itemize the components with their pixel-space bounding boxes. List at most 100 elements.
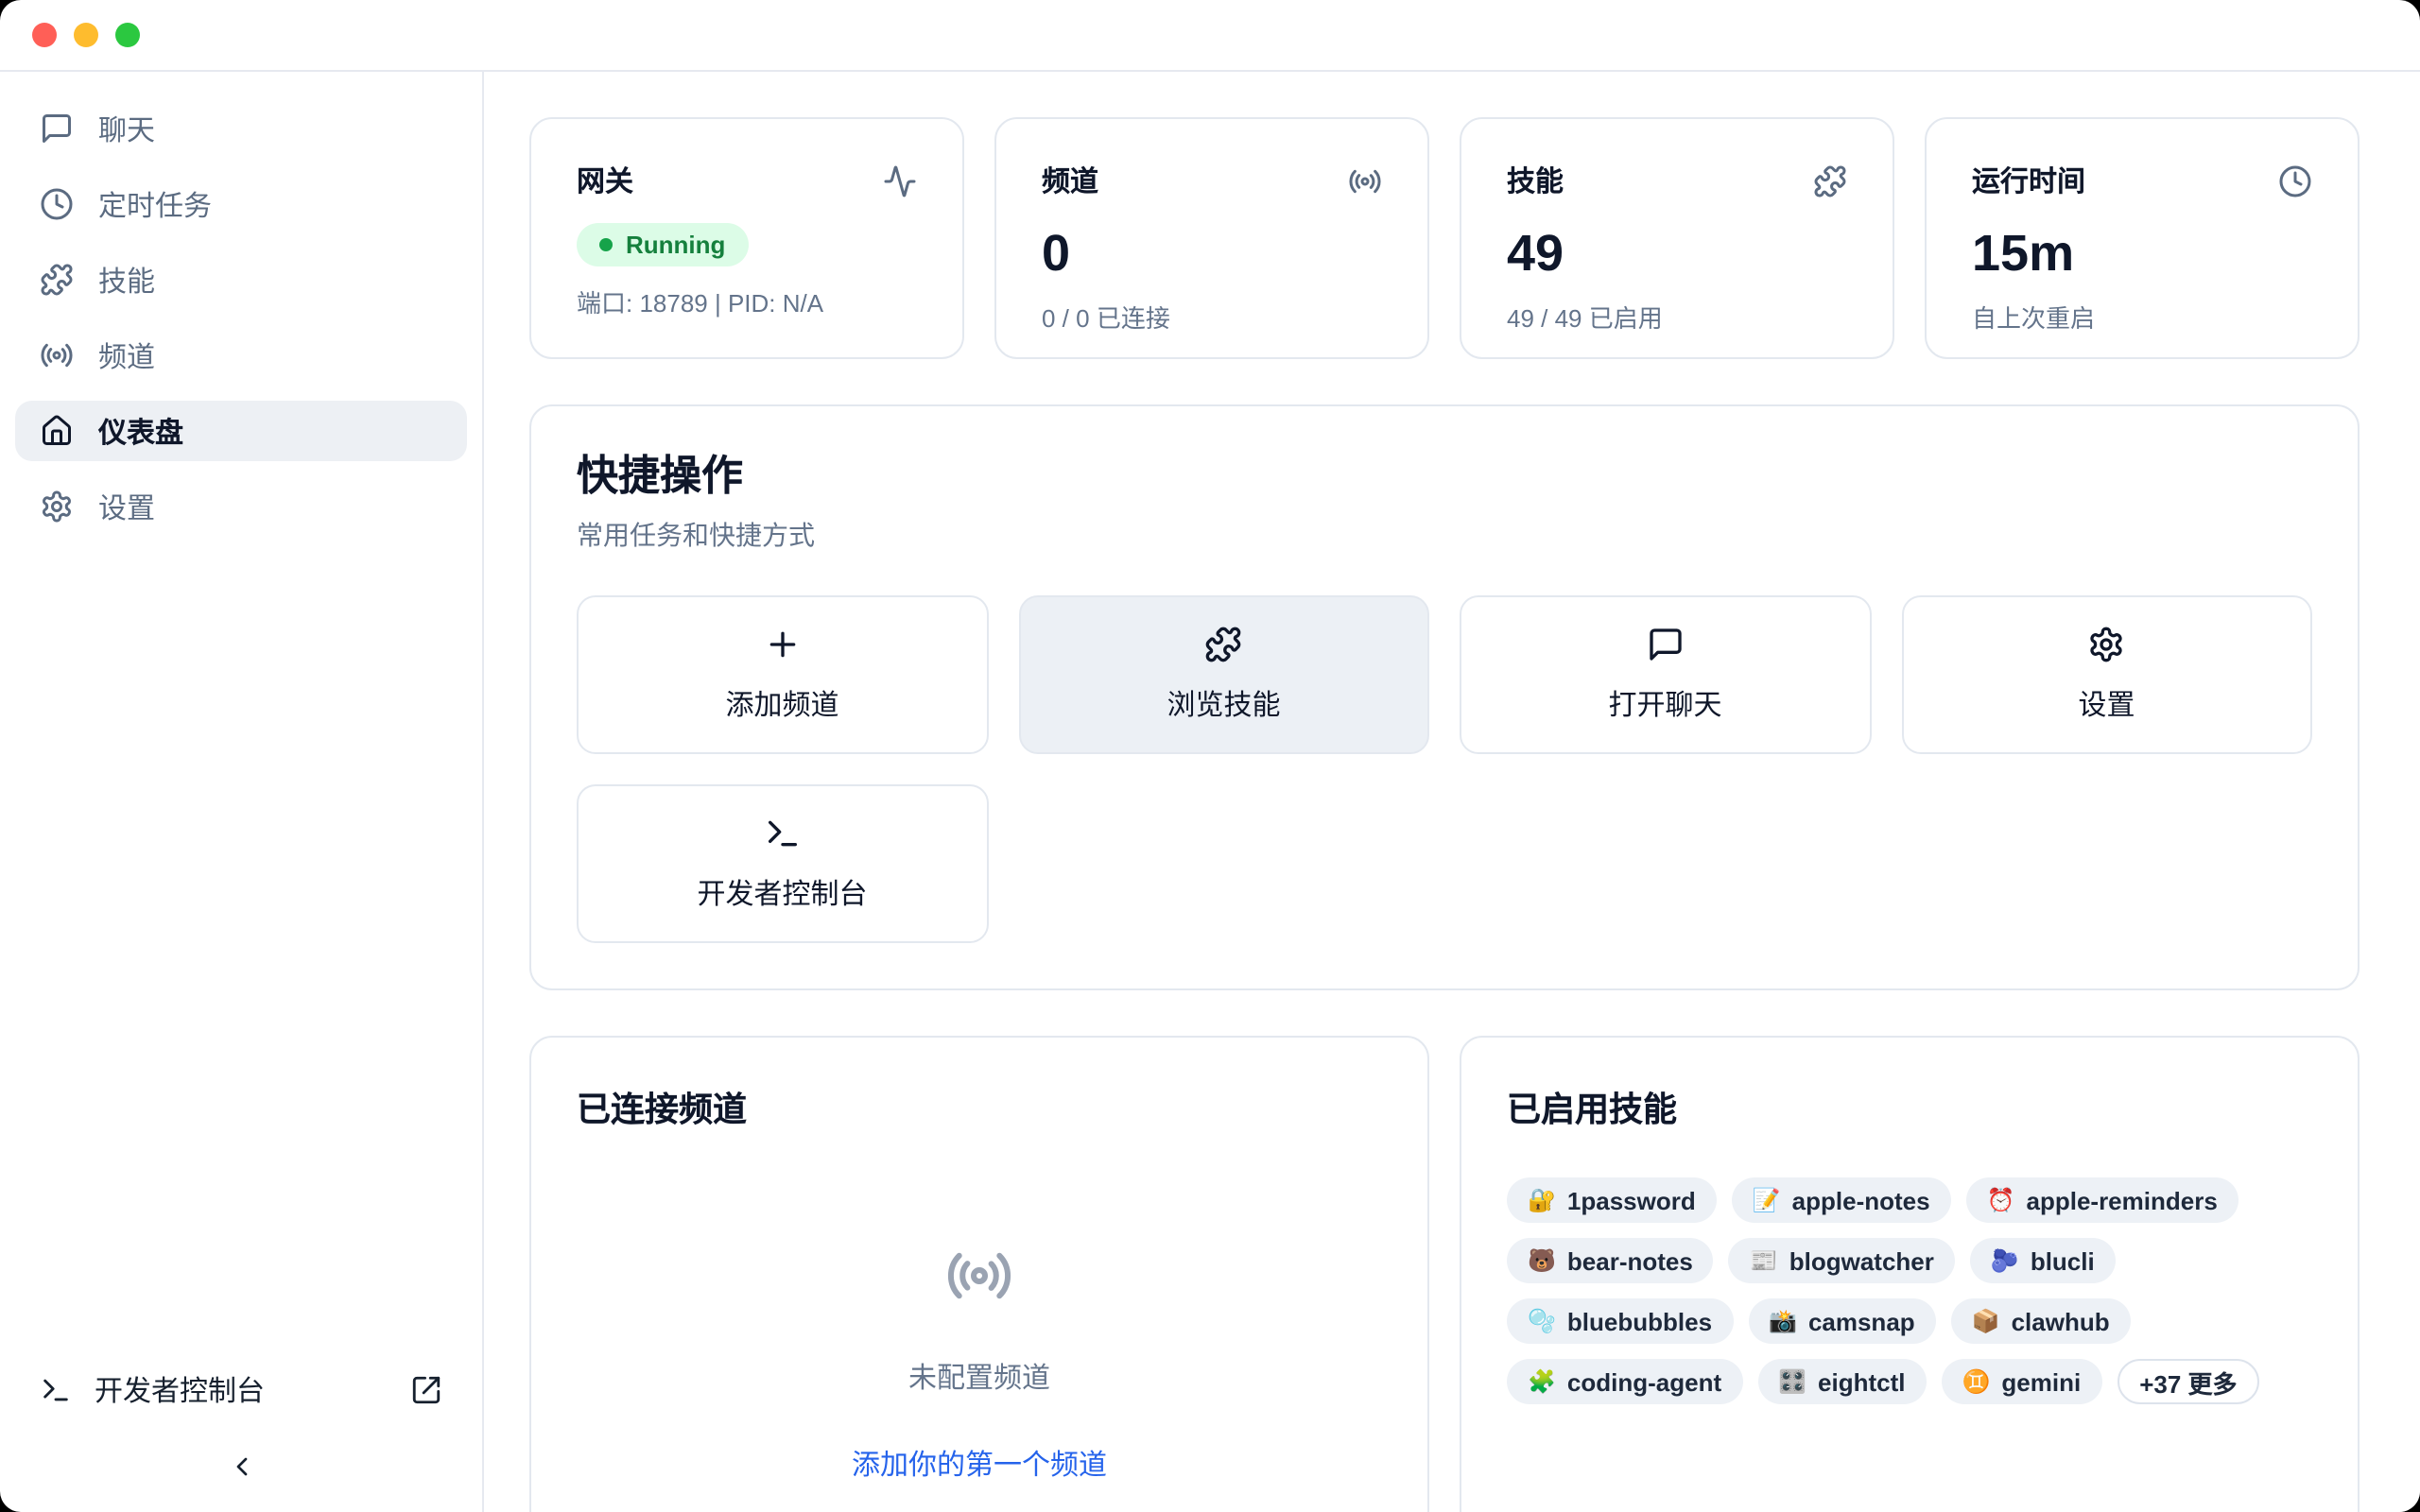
chat-icon [40,112,74,146]
terminal-icon [40,1374,72,1406]
stat-card-skills: 技能 49 49 / 49 已启用 [1460,117,1894,359]
skill-pill: 📝 apple-notes [1732,1178,1951,1224]
skill-pill: 🎛️ eightctl [1757,1360,1926,1405]
add-channel-button[interactable]: 添加频道 [577,596,988,755]
action-label: 添加频道 [725,685,838,725]
quick-actions-title: 快捷操作 [577,452,2312,502]
sidebar-item-chat[interactable]: 聊天 [15,98,467,159]
skill-emoji: 📸 [1769,1311,1797,1333]
action-label: 设置 [2078,685,2135,725]
sidebar-item-dashboard[interactable]: 仪表盘 [15,401,467,461]
minimize-button[interactable] [74,23,98,47]
sidebar-nav: 聊天 定时任务 技能 频道 [15,98,467,537]
sidebar-item-label: 聊天 [98,109,155,148]
browse-skills-button[interactable]: 浏览技能 [1018,596,1429,755]
skill-name: bear-notes [1567,1247,1693,1276]
home-icon [40,414,74,448]
settings-button[interactable]: 设置 [1901,596,2312,755]
sidebar: 聊天 定时任务 技能 频道 [0,72,484,1512]
skill-emoji: 🎛️ [1778,1371,1806,1394]
channels-empty-state: 未配置频道 添加你的第一个频道 [577,1243,1382,1485]
skill-name: gemini [2001,1368,2081,1397]
skill-emoji: 🧩 [1528,1371,1556,1394]
skills-pill-list: 🔐 1password 📝 apple-notes ⏰apple-reminders… [1507,1178,2312,1405]
channels-empty-text: 未配置频道 [908,1358,1050,1398]
skill-emoji: 🔐 [1528,1190,1556,1212]
stat-card-channels: 频道 0 0 / 0 已连接 [994,117,1429,359]
sidebar-collapse-button[interactable] [15,1440,467,1493]
skill-name: clawhub [2012,1308,2110,1336]
app-body: 聊天 定时任务 技能 频道 [0,72,2420,1512]
skill-emoji: 📝 [1753,1190,1781,1212]
status-dot [599,238,613,251]
skill-emoji: ⏰ [1987,1190,2015,1212]
display-scaler: 聊天 定时任务 技能 频道 [0,0,2420,1512]
stat-value: 49 [1507,229,1847,280]
external-link-icon[interactable] [410,1374,442,1406]
skill-emoji: ♊️ [1962,1371,1991,1394]
more-skills-label: +37 更多 [2139,1365,2237,1400]
sidebar-item-label: 设置 [98,487,155,526]
broadcast-icon [40,338,74,372]
skill-emoji: 🐻 [1528,1250,1556,1273]
close-button[interactable] [32,23,57,47]
stat-title: 网关 [577,161,633,200]
stat-card-uptime: 运行时间 15m 自上次重启 [1925,117,2360,359]
sidebar-item-channels[interactable]: 频道 [15,325,467,386]
skill-name: 1password [1567,1187,1696,1215]
activity-icon [883,163,917,198]
stat-subtitle: 自上次重启 [1972,299,2312,335]
add-first-channel-link[interactable]: 添加你的第一个频道 [852,1445,1107,1485]
stats-row: 网关 Running 端口: 18789 | PID: N/A 频道 [529,117,2360,359]
dev-console-button[interactable]: 开发者控制台 [577,785,988,944]
skill-pill: 📰blogwatcher [1729,1239,1955,1284]
stat-title: 频道 [1042,161,1098,200]
zoom-button[interactable] [115,23,140,47]
sidebar-item-label: 技能 [98,260,155,300]
sidebar-item-skills[interactable]: 技能 [15,249,467,310]
clock-icon [40,187,74,221]
broadcast-icon [1348,163,1382,198]
stat-subtitle: 端口: 18789 | PID: N/A [577,284,917,319]
dev-console-row[interactable]: 开发者控制台 [15,1363,467,1418]
connected-channels-title: 已连接频道 [577,1084,1382,1133]
titlebar[interactable] [0,0,2420,72]
sidebar-item-label: 频道 [98,335,155,375]
action-label: 开发者控制台 [697,874,867,914]
sidebar-item-settings[interactable]: 设置 [15,476,467,537]
skill-name: coding-agent [1567,1368,1721,1397]
gear-icon [2088,627,2126,664]
skill-pill: 🐻 bear-notes [1507,1239,1714,1284]
skill-name: apple-notes [1792,1187,1930,1215]
skill-name: eightctl [1818,1368,1905,1397]
skill-pill: ⏰apple-reminders [1966,1178,2238,1224]
more-skills-pill[interactable]: +37 更多 [2117,1360,2259,1405]
skill-emoji: 🫧 [1528,1311,1556,1333]
status-badge-label: Running [626,231,725,259]
skill-emoji: 🫐 [1991,1250,2019,1273]
plus-icon [764,627,802,664]
stat-subtitle: 0 / 0 已连接 [1042,299,1382,335]
terminal-icon [764,816,802,853]
stat-subtitle: 49 / 49 已启用 [1507,299,1847,335]
quick-actions-subtitle: 常用任务和快捷方式 [577,517,2312,555]
quick-actions-panel: 快捷操作 常用任务和快捷方式 添加频道 浏览技能 打开 [529,404,2360,991]
skill-name: blucli [2031,1247,2095,1276]
puzzle-icon [1205,627,1243,664]
sidebar-item-label: 仪表盘 [98,411,183,451]
sidebar-item-scheduled-tasks[interactable]: 定时任务 [15,174,467,234]
bottom-row: 已连接频道 未配置频道 添加你的第一个频道 已启用技能 🔐1password 📝… [529,1037,2360,1512]
action-label: 浏览技能 [1167,685,1280,725]
connected-channels-card: 已连接频道 未配置频道 添加你的第一个频道 [529,1037,1429,1512]
quick-actions-grid: 添加频道 浏览技能 打开聊天 设置 [577,596,2312,944]
open-chat-button[interactable]: 打开聊天 [1460,596,1871,755]
enabled-skills-card: 已启用技能 🔐1password 📝apple-notes ⏰apple-rem… [1460,1037,2360,1512]
stat-value: 15m [1972,229,2312,280]
action-label: 打开聊天 [1608,685,1721,725]
skill-pill: ♊️ gemini [1942,1360,2102,1405]
sidebar-footer: 开发者控制台 [15,1363,467,1493]
skill-name: camsnap [1808,1308,1915,1336]
skill-emoji: 📦 [1972,1311,2000,1333]
chat-icon [1647,627,1685,664]
broadcast-icon [945,1243,1013,1311]
